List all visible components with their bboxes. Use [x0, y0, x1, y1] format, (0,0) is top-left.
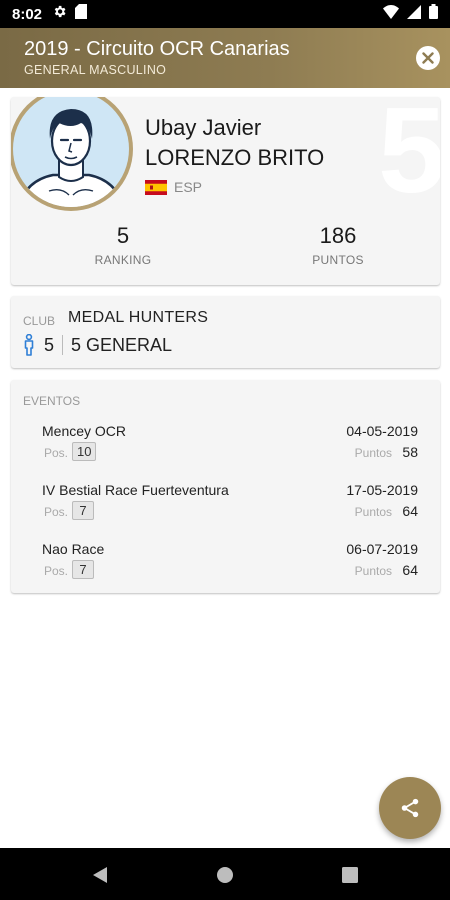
event-points: 58 [402, 444, 418, 460]
points-label: Puntos [354, 564, 392, 578]
recents-icon [342, 867, 358, 883]
event-name: Mencey OCR [42, 423, 127, 439]
position-label: Pos. [44, 446, 69, 460]
ranking-stat: 5 RANKING [63, 223, 183, 267]
event-date: 06-07-2019 [346, 541, 418, 557]
divider [62, 335, 64, 355]
recents-button[interactable] [339, 864, 361, 886]
male-figure-icon [24, 334, 34, 356]
sd-card-icon [75, 4, 88, 24]
position-badge: 10 [72, 442, 97, 461]
system-nav-bar [0, 848, 450, 900]
club-name: MEDAL HUNTERS [68, 309, 209, 326]
athlete-first-name: Ubay Javier [145, 115, 262, 140]
gear-icon [52, 4, 67, 24]
athlete-profile-card: 5 Ubay Javier LORENZO BRITO ESP 5 RANKIN… [11, 97, 440, 285]
category-rank: 5 [44, 334, 55, 355]
event-points: 64 [402, 562, 418, 578]
battery-icon [429, 4, 438, 24]
share-button[interactable] [379, 777, 441, 839]
event-item[interactable]: Mencey OCR 04-05-2019 Pos. 10 Puntos 58 [42, 423, 418, 471]
club-card: CLUB MEDAL HUNTERS 5 5 GENERAL [11, 296, 440, 368]
points-label: PUNTOS [312, 253, 364, 267]
close-button[interactable] [416, 46, 440, 70]
events-title: EVENTOS [23, 394, 81, 408]
points-label: Puntos [354, 446, 392, 460]
app-header: 2019 - Circuito OCR Canarias GENERAL MAS… [0, 28, 450, 88]
points-value: 186 [319, 223, 357, 248]
event-name: Nao Race [42, 541, 105, 557]
avatar [11, 97, 133, 211]
event-item[interactable]: IV Bestial Race Fuerteventura 17-05-2019… [42, 482, 418, 530]
ranking-label: RANKING [94, 253, 152, 267]
wifi-icon [383, 4, 399, 24]
rank-watermark: 5 [378, 97, 440, 218]
home-icon [217, 867, 233, 883]
back-icon [93, 867, 107, 883]
events-card: EVENTOS Mencey OCR 04-05-2019 Pos. 10 Pu… [11, 380, 440, 593]
back-button[interactable] [89, 864, 111, 886]
club-ranking-row: 5 5 GENERAL [23, 334, 172, 356]
general-rank: 5 GENERAL [71, 334, 173, 355]
points-label: Puntos [354, 505, 392, 519]
position-badge: 7 [72, 501, 94, 520]
position-badge: 7 [72, 560, 94, 579]
page-title: 2019 - Circuito OCR Canarias [24, 38, 290, 60]
event-date: 04-05-2019 [346, 423, 418, 439]
club-label: CLUB [23, 314, 56, 328]
event-name: IV Bestial Race Fuerteventura [42, 482, 229, 498]
event-points: 64 [402, 503, 418, 519]
points-stat: 186 PUNTOS [278, 223, 398, 267]
country-code: ESP [174, 179, 203, 195]
page-subtitle: GENERAL MASCULINO [24, 63, 167, 77]
close-icon [422, 52, 434, 64]
country: ESP [145, 179, 202, 195]
position-label: Pos. [44, 564, 69, 578]
athlete-last-name: LORENZO BRITO [145, 145, 325, 170]
event-item[interactable]: Nao Race 06-07-2019 Pos. 7 Puntos 64 [42, 541, 418, 589]
status-bar: 8:02 [0, 0, 450, 28]
position-label: Pos. [44, 505, 69, 519]
share-icon [401, 798, 419, 818]
ranking-value: 5 [116, 223, 130, 248]
signal-icon [407, 4, 421, 24]
spain-flag-icon [145, 179, 167, 195]
status-time: 8:02 [12, 5, 43, 23]
event-date: 17-05-2019 [346, 482, 418, 498]
home-button[interactable] [214, 864, 236, 886]
